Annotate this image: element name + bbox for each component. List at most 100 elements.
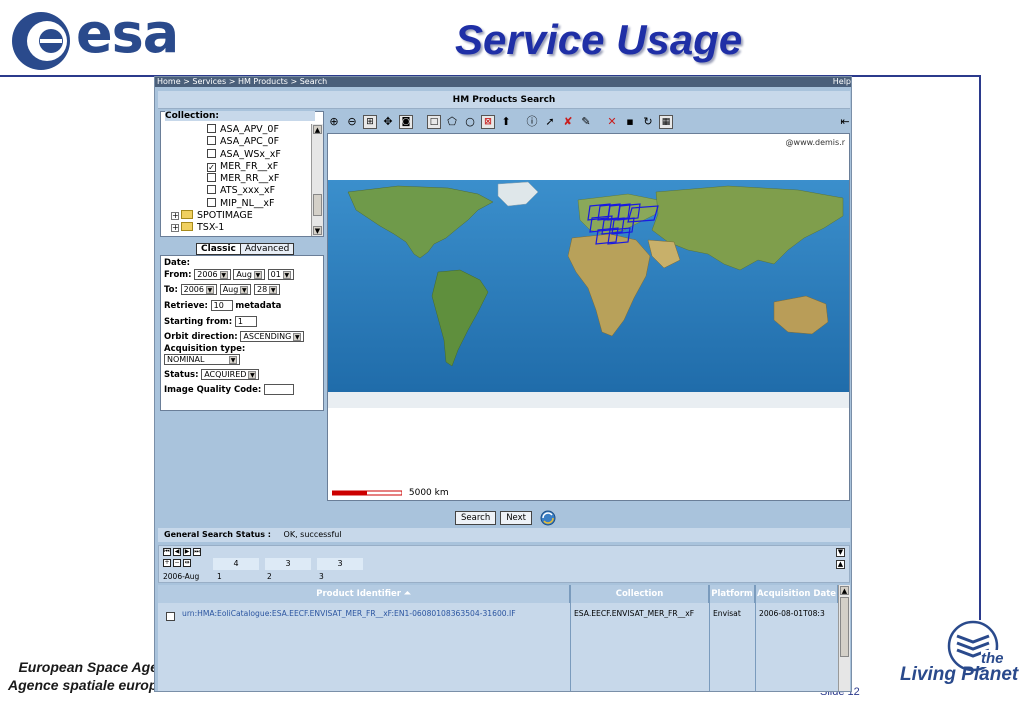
tree-item[interactable]: ATS_xxx_xF	[161, 185, 311, 197]
orbit-direction-select[interactable]: ASCENDING ▼	[240, 331, 305, 342]
from-month-select[interactable]: Aug ▼	[233, 269, 265, 280]
save-icon[interactable]: ▪	[623, 115, 637, 129]
scroll-down-icon[interactable]: ▼	[313, 226, 322, 235]
from-year-select[interactable]: 2006 ▼	[194, 269, 231, 280]
tree-item[interactable]: MER_RR__xF	[161, 173, 311, 185]
retrieve-unit: metadata	[235, 301, 282, 311]
scroll-up-icon[interactable]: ▲	[840, 586, 849, 595]
collection-checkbox[interactable]	[207, 197, 216, 207]
tree-item[interactable]: ASA_APC_0F	[161, 136, 311, 148]
last-page-icon[interactable]: ⏭	[193, 548, 201, 556]
to-month-select[interactable]: Aug ▼	[219, 284, 252, 295]
tab-classic[interactable]: Classic	[196, 243, 241, 255]
tree-folder-label: TSX-1	[197, 222, 225, 234]
footer-agency-name: European Space Age Agence spatiale europ…	[8, 658, 173, 694]
breadcrumb-path[interactable]: Home > Services > HM Products > Search	[157, 77, 327, 86]
slide-title: Service Usage	[455, 16, 743, 63]
zoom-in-icon[interactable]: ⊕	[327, 115, 341, 129]
status-select[interactable]: ACQUIRED ▼	[201, 369, 260, 380]
folder-icon	[181, 210, 193, 220]
next-page-icon[interactable]: ▶	[183, 548, 191, 556]
tree-item-label: MER_RR__xF	[220, 173, 280, 185]
map-scale-bar: 5000 km	[331, 488, 449, 498]
timeline-expand-icon[interactable]: ▲	[836, 560, 845, 569]
select-pointer-icon[interactable]: ➚	[543, 115, 557, 129]
tree-folder[interactable]: + TSX-1	[161, 222, 311, 234]
acquisition-type-select[interactable]: NOMINAL ▼	[164, 354, 240, 365]
row-collection: ESA.EECF.ENVISAT_MER_FR__xF	[574, 609, 695, 618]
column-header-platform[interactable]: Platform	[710, 585, 755, 603]
tree-item[interactable]: ASA_APV_0F	[161, 124, 311, 136]
identify-icon[interactable]: ⓘ	[525, 115, 539, 129]
from-day-value: 01	[270, 270, 281, 279]
expand-icon[interactable]: +	[171, 212, 179, 221]
draw-circle-icon[interactable]: ○	[463, 115, 477, 129]
column-header-product-identifier[interactable]: Product Identifier ⏶	[158, 585, 570, 603]
scale-bar-label: 5000 km	[408, 488, 449, 498]
scroll-thumb[interactable]	[840, 597, 849, 657]
image-quality-label: Image Quality Code:	[164, 385, 262, 395]
first-page-icon[interactable]: ⏮	[163, 548, 171, 556]
collection-checkbox[interactable]	[207, 124, 216, 133]
refresh-icon[interactable]: ↻	[641, 115, 655, 129]
to-year-select[interactable]: 2006 ▼	[180, 284, 217, 295]
prev-page-icon[interactable]: ◀	[173, 548, 181, 556]
zoom-out-icon[interactable]: ⊖	[345, 115, 359, 129]
tree-scrollbar[interactable]: ▲ ▼	[311, 124, 323, 236]
sort-ascending-icon[interactable]: ⏶	[404, 589, 411, 599]
help-link[interactable]: Help	[833, 77, 851, 87]
starting-from-input[interactable]: 1	[234, 316, 257, 327]
scroll-up-icon[interactable]: ▲	[313, 125, 322, 134]
draw-rectangle-icon[interactable]: □	[427, 115, 441, 129]
from-day-select[interactable]: 01 ▼	[267, 269, 294, 280]
product-identifier-link[interactable]: urn:HMA:EoliCatalogue:ESA.EECF.ENVISAT_M…	[182, 609, 570, 618]
clear-shape-icon[interactable]: ⊠	[481, 115, 495, 129]
timeline-bin[interactable]: 3	[265, 558, 311, 570]
tree-item[interactable]: ✓ MER_FR__xF	[161, 161, 311, 173]
full-extent-icon[interactable]: ◙	[399, 115, 413, 129]
folder-icon	[181, 222, 193, 232]
layers-icon[interactable]: ▦	[659, 115, 673, 129]
timeline-bin[interactable]: 4	[213, 558, 259, 570]
tab-advanced[interactable]: Advanced	[239, 243, 295, 255]
retrieve-input[interactable]: 10	[210, 300, 233, 311]
timeline-collapse-icon[interactable]: ▼	[836, 548, 845, 557]
collection-checkbox[interactable]	[207, 148, 216, 158]
esa-logo: esa	[10, 2, 190, 70]
chevron-down-icon: ▼	[269, 286, 278, 294]
collection-checkbox[interactable]	[207, 136, 216, 146]
column-header-collection[interactable]: Collection	[571, 585, 709, 603]
timeline-zoom-out-icon[interactable]: −	[173, 559, 181, 567]
row-select-checkbox[interactable]	[166, 612, 175, 621]
remove-selection-icon[interactable]: ✘	[561, 115, 575, 129]
antarctica	[328, 392, 849, 408]
upload-shape-icon[interactable]: ⬆	[499, 115, 513, 129]
tree-folder[interactable]: + SPOTIMAGE	[161, 210, 311, 222]
tree-item[interactable]: MIP_NL__xF	[161, 197, 311, 210]
collection-checkbox[interactable]	[207, 173, 216, 183]
next-button[interactable]: Next	[500, 511, 533, 525]
refresh-globe-icon[interactable]	[539, 509, 557, 527]
edit-icon[interactable]: ✎	[579, 115, 593, 129]
tree-item[interactable]: ASA_WSx_xF	[161, 148, 311, 161]
collection-checkbox-checked[interactable]: ✓	[207, 162, 216, 172]
results-scrollbar[interactable]: ▲	[838, 585, 850, 691]
draw-polygon-icon[interactable]: ⬠	[445, 115, 459, 129]
collapse-panel-icon[interactable]: ⇤	[838, 115, 851, 129]
column-header-acquisition-date[interactable]: Acquisition Date	[756, 585, 838, 603]
map-view[interactable]: @www.demis.r 5000 km	[327, 133, 850, 501]
pan-icon[interactable]: ✥	[381, 115, 395, 129]
timeline-fit-icon[interactable]: ⇹	[183, 559, 191, 567]
timeline-bin[interactable]: 3	[317, 558, 363, 570]
expand-icon[interactable]: +	[171, 224, 179, 233]
world-map[interactable]	[328, 180, 850, 480]
to-day-select[interactable]: 28 ▼	[254, 284, 281, 295]
timeline-zoom-in-icon[interactable]: +	[163, 559, 171, 567]
chevron-down-icon: ▼	[253, 271, 262, 279]
scroll-thumb[interactable]	[313, 194, 322, 216]
collection-checkbox[interactable]	[207, 185, 216, 195]
delete-icon[interactable]: ✕	[605, 115, 619, 129]
zoom-box-icon[interactable]: ⊞	[363, 115, 377, 129]
search-button[interactable]: Search	[455, 511, 497, 525]
image-quality-input[interactable]	[264, 384, 294, 395]
